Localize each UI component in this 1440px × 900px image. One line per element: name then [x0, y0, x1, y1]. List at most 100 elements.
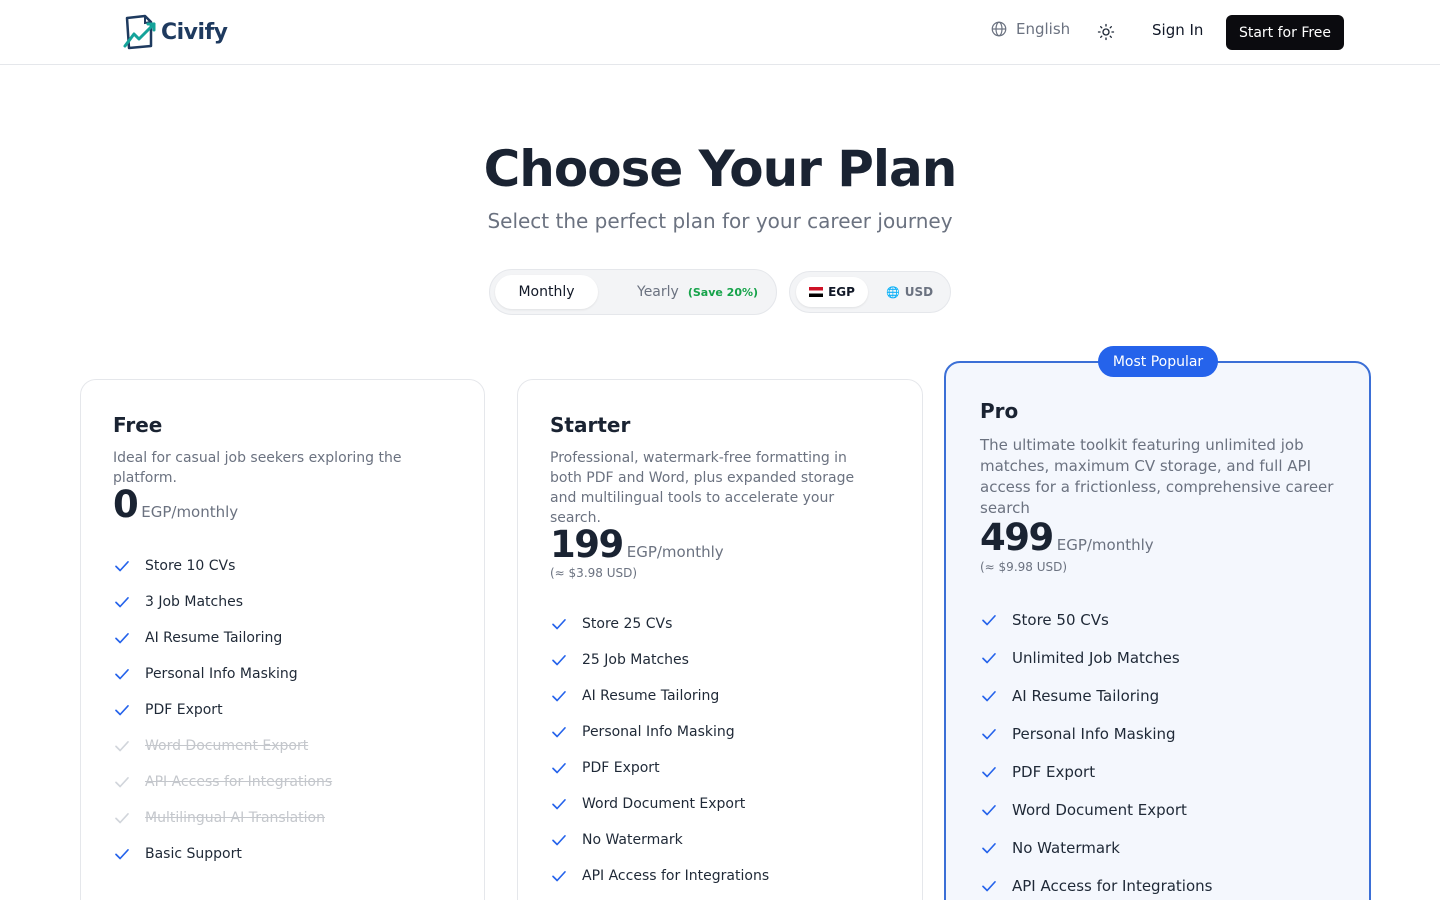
start-free-button[interactable]: Start for Free — [1226, 15, 1344, 50]
feature-list: Store 50 CVs Unlimited Job Matches AI Resu… — [980, 601, 1212, 900]
feature-list: Store 10 CVs 3 Job Matches AI Resume Tailo… — [113, 548, 332, 872]
feature-label: PDF Export — [145, 702, 223, 718]
feature-list: Store 25 CVs 25 Job Matches AI Resume Tail… — [550, 606, 769, 894]
feature-label: AI Resume Tailoring — [145, 630, 283, 646]
feature-item: Personal Info Masking — [550, 714, 769, 750]
check-icon — [115, 813, 129, 824]
globe-icon — [991, 21, 1007, 37]
globe-icon: 🌐 — [886, 285, 900, 299]
usd-label: USD — [904, 285, 934, 299]
feature-item: AI Resume Tailoring — [980, 677, 1212, 715]
monthly-option[interactable]: Monthly — [495, 275, 598, 309]
sun-icon[interactable] — [1097, 23, 1115, 41]
price-amount: 199 — [550, 523, 624, 566]
logo-chart-icon — [123, 14, 156, 50]
feature-label: Unlimited Job Matches — [1012, 649, 1180, 667]
page-subtitle: Select the perfect plan for your career … — [487, 209, 953, 233]
most-popular-badge: Most Popular — [1098, 346, 1218, 377]
feature-item: PDF Export — [980, 753, 1212, 791]
price-period: EGP/monthly — [141, 503, 239, 521]
check-icon — [982, 805, 996, 816]
feature-item: Store 25 CVs — [550, 606, 769, 642]
check-icon — [552, 691, 566, 702]
check-icon — [115, 741, 129, 752]
feature-item: 3 Job Matches — [113, 584, 332, 620]
brand-name: Civify — [161, 19, 228, 45]
price-period: EGP/monthly — [626, 543, 724, 561]
check-icon — [115, 777, 129, 788]
usd-equivalent: (≈ $9.98 USD) — [980, 560, 1068, 574]
check-icon — [982, 881, 996, 892]
currency-egp-option[interactable]: EGP — [796, 277, 868, 307]
check-icon — [552, 619, 566, 630]
yearly-option[interactable]: Yearly (Save 20%) — [637, 275, 758, 309]
brand-logo[interactable]: Civify — [121, 12, 228, 52]
feature-item: 25 Job Matches — [550, 642, 769, 678]
feature-item: Word Document Export — [980, 791, 1212, 829]
check-icon — [982, 691, 996, 702]
check-icon — [115, 633, 129, 644]
check-icon — [115, 849, 129, 860]
plan-name: Starter — [550, 413, 631, 437]
feature-item: Unlimited Job Matches — [980, 639, 1212, 677]
plan-price: 0 EGP/monthly — [113, 483, 238, 526]
check-icon — [982, 615, 996, 626]
check-icon — [982, 729, 996, 740]
check-icon — [115, 669, 129, 680]
feature-item: Store 10 CVs — [113, 548, 332, 584]
save-badge: (Save 20%) — [687, 285, 759, 299]
check-icon — [115, 561, 129, 572]
check-icon — [552, 655, 566, 666]
feature-item: Store 50 CVs — [980, 601, 1212, 639]
plan-description: Professional, watermark-free formatting … — [550, 450, 855, 526]
feature-label: Store 50 CVs — [1012, 611, 1109, 629]
feature-item: Basic Support — [113, 836, 332, 872]
feature-item: AI Resume Tailoring — [550, 678, 769, 714]
language-selector[interactable]: English — [990, 20, 1070, 38]
check-icon — [552, 799, 566, 810]
feature-item: Multilingual AI Translation — [113, 800, 332, 836]
usd-equivalent: (≈ $3.98 USD) — [550, 566, 638, 580]
feature-item: PDF Export — [113, 692, 332, 728]
feature-item: API Access for Integrations — [113, 764, 332, 800]
plan-card-starter: Starter Professional, watermark-free for… — [517, 379, 923, 900]
check-icon — [115, 705, 129, 716]
currency-usd-option[interactable]: 🌐 USD — [886, 277, 933, 307]
check-icon — [552, 871, 566, 882]
check-icon — [552, 763, 566, 774]
price-amount: 499 — [980, 516, 1054, 559]
feature-label: Personal Info Masking — [582, 724, 735, 740]
feature-label: Word Document Export — [1012, 801, 1187, 819]
feature-item: No Watermark — [980, 829, 1212, 867]
plan-description: Ideal for casual job seekers exploring t… — [113, 450, 402, 486]
plan-price: 499 EGP/monthly — [980, 516, 1154, 559]
plan-card-free: Free Ideal for casual job seekers explor… — [80, 379, 485, 900]
sign-in-link[interactable]: Sign In — [1152, 21, 1203, 39]
feature-label: Personal Info Masking — [1012, 725, 1176, 743]
yearly-label: Yearly — [637, 284, 679, 300]
feature-label: 25 Job Matches — [582, 652, 689, 668]
feature-label: 3 Job Matches — [145, 594, 244, 610]
feature-item: API Access for Integrations — [980, 867, 1212, 900]
feature-label: PDF Export — [582, 760, 660, 776]
billing-period-toggle: Monthly Yearly (Save 20%) — [489, 269, 777, 315]
check-icon — [552, 727, 566, 738]
feature-item: Personal Info Masking — [980, 715, 1212, 753]
feature-label: PDF Export — [1012, 763, 1096, 781]
feature-item: Word Document Export — [550, 786, 769, 822]
plan-description: The ultimate toolkit featuring unlimited… — [980, 436, 1334, 517]
feature-label: AI Resume Tailoring — [582, 688, 720, 704]
feature-label: Personal Info Masking — [145, 666, 298, 682]
feature-label: Store 25 CVs — [582, 616, 673, 632]
check-icon — [982, 653, 996, 664]
egypt-flag-icon — [809, 287, 824, 297]
feature-label: Word Document Export — [582, 796, 746, 812]
feature-label: API Access for Integrations — [582, 868, 770, 884]
feature-item: Word Document Export — [113, 728, 332, 764]
plan-card-pro: Pro The ultimate toolkit featuring unlim… — [944, 361, 1371, 900]
check-icon — [115, 597, 129, 608]
currency-toggle: EGP 🌐 USD — [789, 271, 951, 313]
feature-label: API Access for Integrations — [145, 774, 333, 790]
feature-item: API Access for Integrations — [550, 858, 769, 894]
plan-price: 199 EGP/monthly — [550, 523, 724, 566]
